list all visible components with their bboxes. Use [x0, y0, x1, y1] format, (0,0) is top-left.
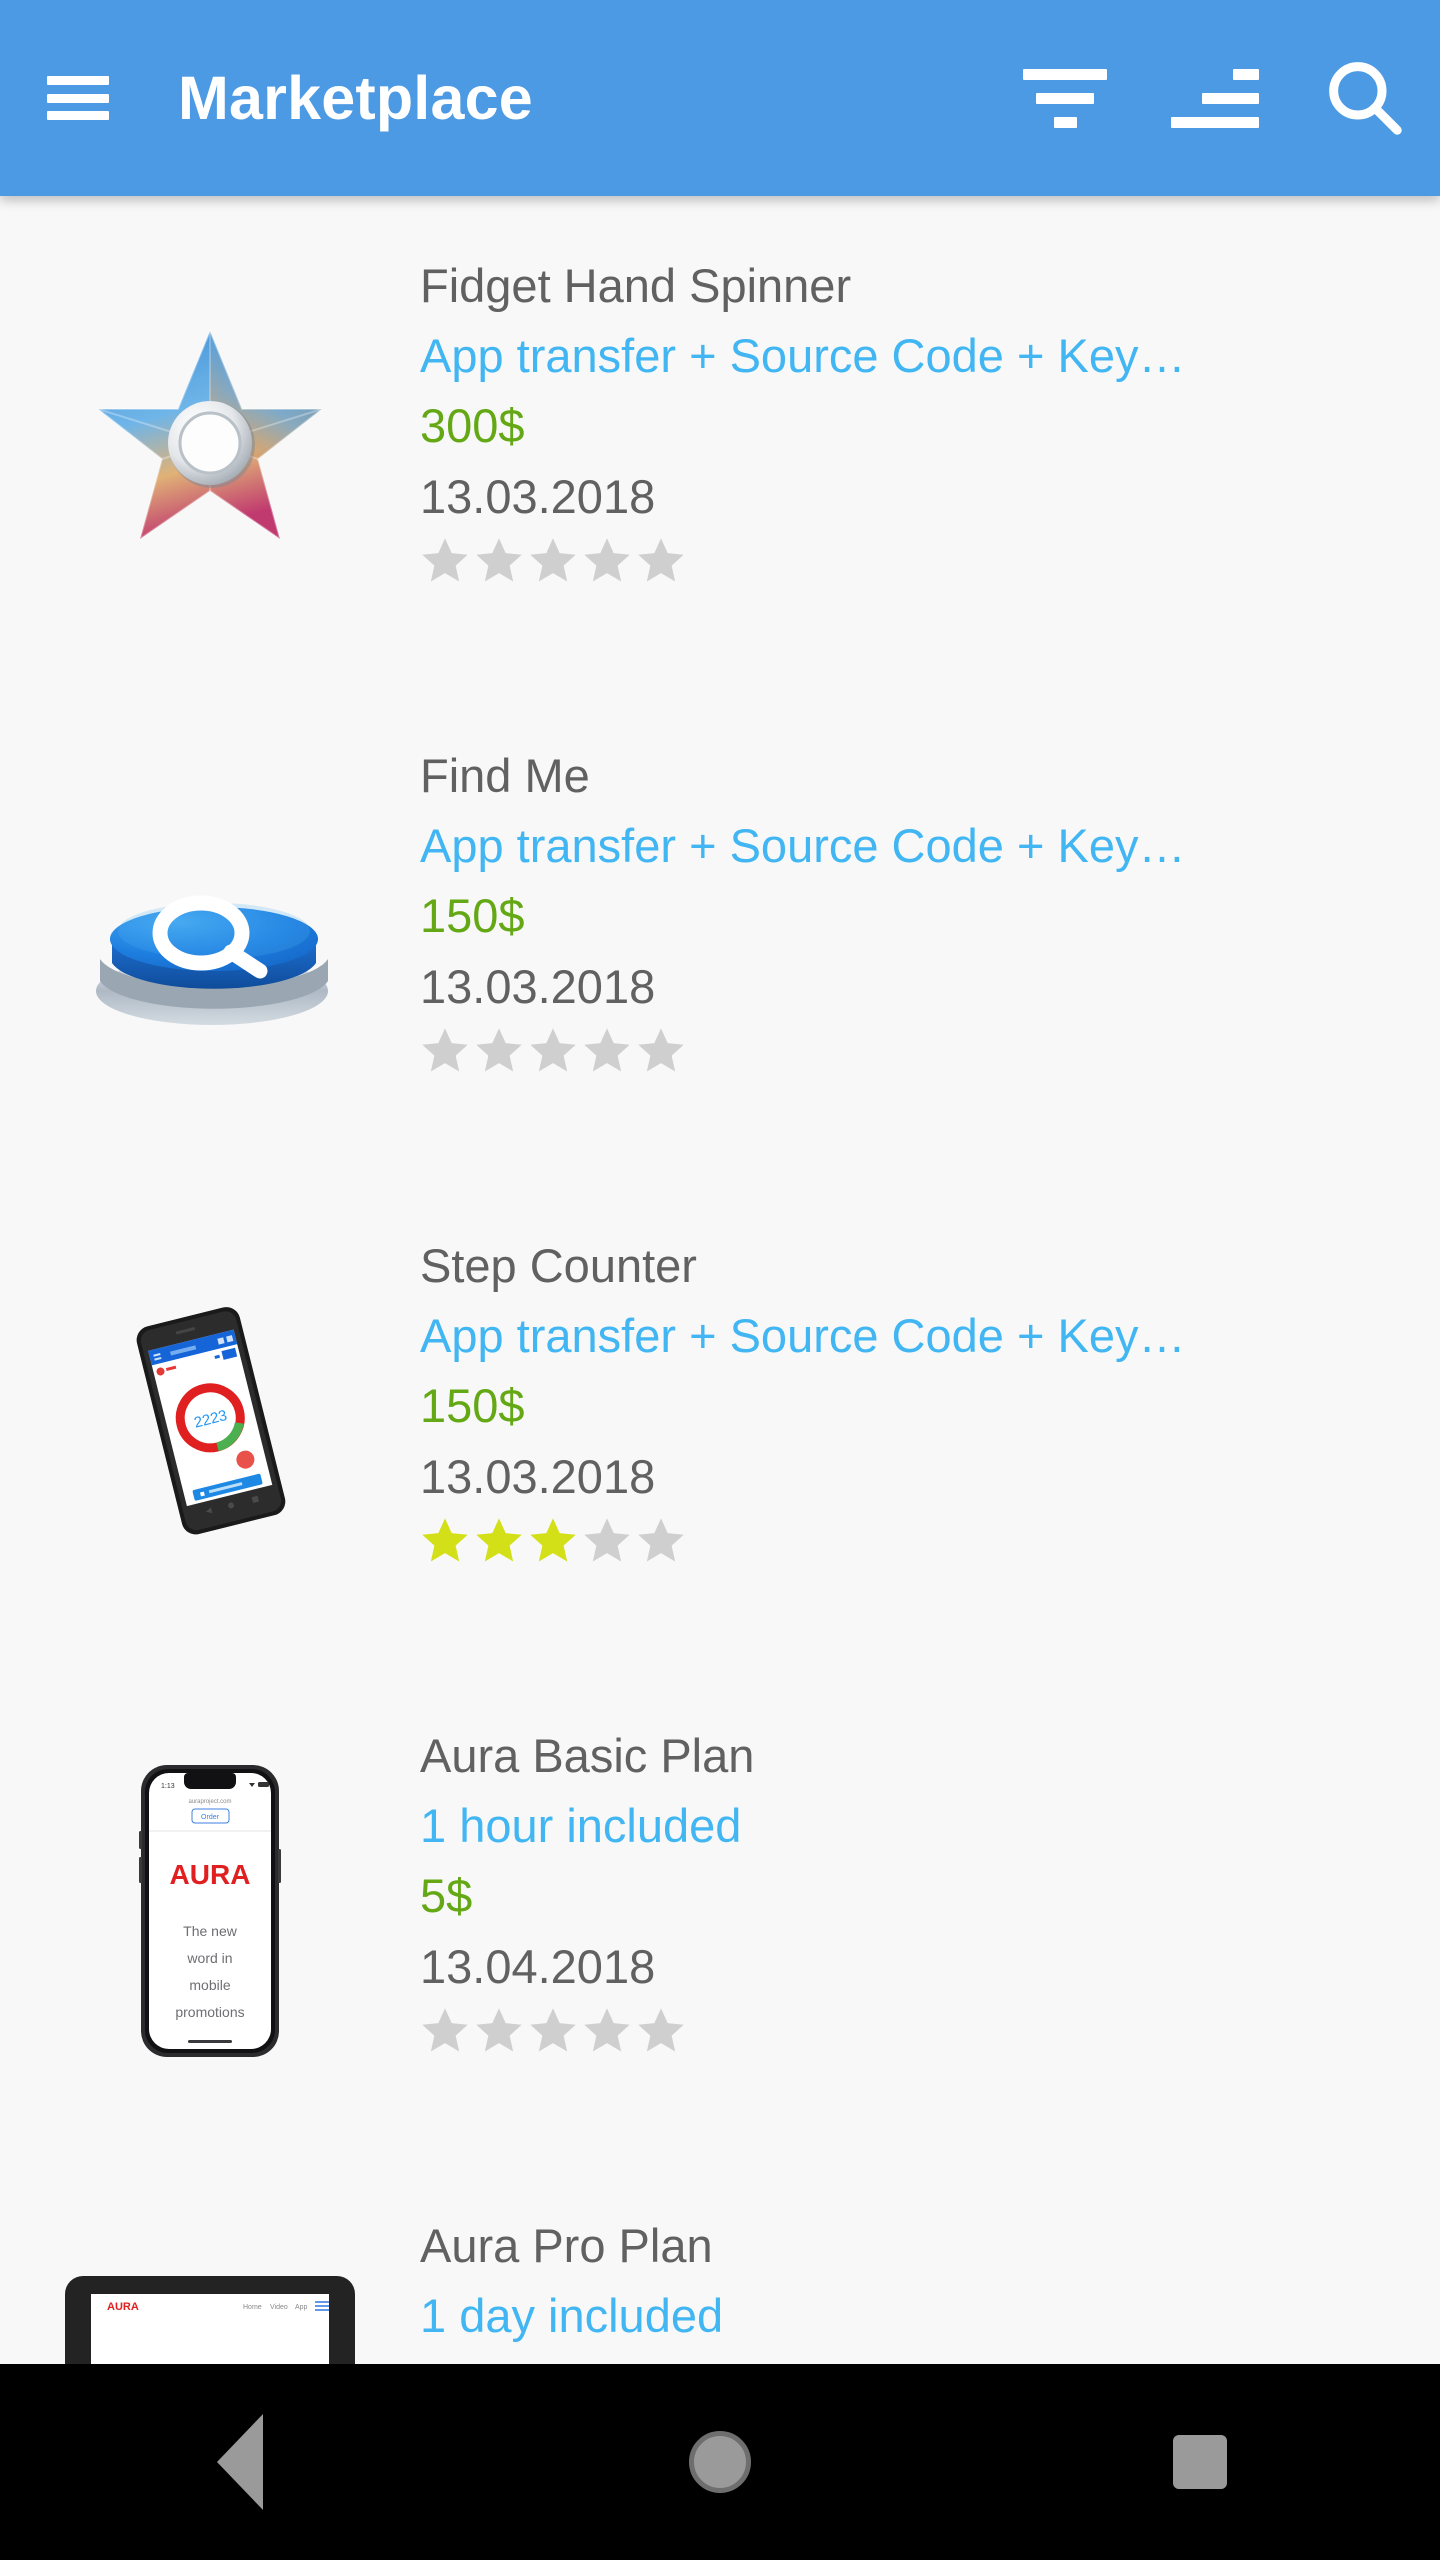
aura-logo: AURA — [170, 1859, 251, 1890]
svg-text:auraproject.com: auraproject.com — [188, 1799, 231, 1805]
product-date: 13.03.2018 — [420, 1449, 656, 1503]
star-icon[interactable] — [582, 2005, 632, 2055]
svg-text:Video: Video — [270, 2304, 288, 2311]
product-date: 13.04.2018 — [420, 1939, 656, 1993]
app-bar: Marketplace — [0, 0, 1440, 196]
product-info: Aura Pro Plan 1 day included — [420, 2156, 1440, 2345]
product-description: App transfer + Source Code + Key… — [420, 1309, 1186, 1363]
product-title: Fidget Hand Spinner — [420, 259, 852, 312]
product-description: 1 hour included — [420, 1799, 742, 1853]
product-title: Find Me — [420, 749, 590, 802]
svg-text:word in: word in — [186, 1950, 232, 1966]
iphone-aura-thumbnail: 1:13 auraproject.com Order AURA The new … — [139, 1765, 281, 2057]
svg-text:mobile: mobile — [189, 1977, 230, 1993]
search-button-thumbnail — [95, 895, 328, 1025]
product-thumbnail — [0, 196, 420, 686]
star-icon[interactable] — [474, 1025, 524, 1075]
product-info: Fidget Hand Spinner App transfer + Sourc… — [420, 196, 1440, 585]
star-icon[interactable] — [636, 535, 686, 585]
star-icon[interactable] — [528, 1025, 578, 1075]
product-title: Step Counter — [420, 1239, 697, 1292]
star-icon[interactable] — [420, 2005, 470, 2055]
star-icon[interactable] — [420, 1025, 470, 1075]
product-price: 300$ — [420, 399, 525, 453]
fidget-spinner-thumbnail — [95, 328, 325, 542]
rating-stars[interactable] — [420, 1025, 1440, 1075]
product-list[interactable]: Fidget Hand Spinner App transfer + Sourc… — [0, 196, 1440, 2364]
star-icon[interactable] — [528, 535, 578, 585]
star-icon[interactable] — [420, 1515, 470, 1565]
star-icon[interactable] — [474, 2005, 524, 2055]
search-button[interactable] — [1290, 0, 1440, 196]
svg-text:promotions: promotions — [175, 2004, 244, 2020]
product-info: Step Counter App transfer + Source Code … — [420, 1176, 1440, 1565]
nav-recents-button[interactable] — [960, 2364, 1440, 2560]
star-icon[interactable] — [582, 1515, 632, 1565]
list-item[interactable]: Fidget Hand Spinner App transfer + Sourc… — [0, 196, 1440, 686]
page-title: Marketplace — [178, 64, 533, 132]
nav-home-button[interactable] — [480, 2364, 960, 2560]
product-thumbnail: 1:13 auraproject.com Order AURA The new … — [0, 1666, 420, 2156]
star-icon[interactable] — [528, 2005, 578, 2055]
product-description: App transfer + Source Code + Key… — [420, 329, 1186, 383]
sort-button[interactable] — [1140, 0, 1290, 196]
recents-square-icon — [1173, 2435, 1227, 2489]
star-icon[interactable] — [528, 1515, 578, 1565]
svg-text:1:13: 1:13 — [161, 1783, 175, 1790]
star-icon[interactable] — [636, 1025, 686, 1075]
search-icon — [1329, 62, 1402, 135]
product-thumbnail — [0, 686, 420, 1176]
product-title: Aura Basic Plan — [420, 1729, 755, 1782]
product-description: App transfer + Source Code + Key… — [420, 819, 1186, 873]
star-icon[interactable] — [636, 1515, 686, 1565]
star-icon[interactable] — [636, 2005, 686, 2055]
product-date: 13.03.2018 — [420, 469, 656, 523]
app-root: Marketplace Fidget Hand Spinner App tran… — [0, 0, 1440, 2560]
product-thumbnail: 2223 — [0, 1176, 420, 1666]
filter-icon — [1023, 61, 1107, 135]
product-price: 150$ — [420, 1379, 525, 1433]
filter-button[interactable] — [990, 0, 1140, 196]
aura-logo: AURA — [107, 2301, 139, 2313]
star-icon[interactable] — [474, 535, 524, 585]
sort-icon — [1171, 61, 1259, 135]
android-navigation-bar — [0, 2364, 1440, 2560]
star-icon[interactable] — [420, 535, 470, 585]
product-description: 1 day included — [420, 2289, 724, 2343]
star-icon[interactable] — [582, 1025, 632, 1075]
rating-stars[interactable] — [420, 535, 1440, 585]
product-info: Aura Basic Plan 1 hour included 5$ 13.04… — [420, 1666, 1440, 2055]
product-price: 5$ — [420, 1869, 473, 1923]
list-item[interactable]: Find Me App transfer + Source Code + Key… — [0, 686, 1440, 1176]
hamburger-menu-button[interactable] — [14, 0, 142, 196]
product-title: Aura Pro Plan — [420, 2219, 713, 2272]
list-item[interactable]: AURA Home Video App Aura Pro Plan 1 day … — [0, 2156, 1440, 2364]
svg-text:App: App — [295, 2304, 308, 2311]
svg-text:The new: The new — [183, 1923, 238, 1939]
list-item[interactable]: 2223 Step Counter App transfer + Source … — [0, 1176, 1440, 1666]
hamburger-menu-icon — [47, 76, 109, 120]
nav-back-button[interactable] — [0, 2364, 480, 2560]
star-icon[interactable] — [474, 1515, 524, 1565]
product-thumbnail: AURA Home Video App — [0, 2156, 420, 2364]
product-info: Find Me App transfer + Source Code + Key… — [420, 686, 1440, 1075]
product-date: 13.03.2018 — [420, 959, 656, 1013]
rating-stars[interactable] — [420, 1515, 1440, 1565]
svg-text:Home: Home — [243, 2304, 262, 2311]
product-price: 150$ — [420, 889, 525, 943]
star-icon[interactable] — [582, 535, 632, 585]
back-triangle-icon — [217, 2414, 263, 2510]
rating-stars[interactable] — [420, 2005, 1440, 2055]
android-phone-thumbnail: 2223 — [136, 1307, 286, 1535]
tablet-aura-thumbnail: AURA Home Video App — [65, 2276, 355, 2364]
home-circle-icon — [689, 2431, 751, 2493]
aura-order-button-label: Order — [201, 1814, 220, 1821]
app-bar-actions — [990, 0, 1440, 196]
list-item[interactable]: 1:13 auraproject.com Order AURA The new … — [0, 1666, 1440, 2156]
